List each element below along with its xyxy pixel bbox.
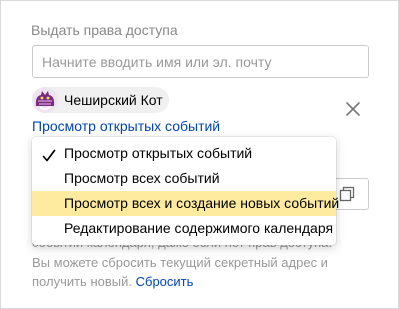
- dropdown-item-view-all[interactable]: Просмотр всех событий: [32, 166, 336, 191]
- dropdown-item-edit-calendar[interactable]: Редактирование содержимого календаря: [32, 216, 336, 241]
- user-chip: Чеширский Кот: [32, 87, 169, 113]
- dropdown-item-label: Просмотр всех событий: [64, 170, 220, 186]
- secret-hint: Вы можете сбросить текущий секретный адр…: [32, 253, 372, 291]
- permission-dropdown: Просмотр открытых событий Просмотр всех …: [32, 137, 340, 245]
- close-icon: [346, 102, 360, 116]
- user-name: Чеширский Кот: [64, 92, 163, 108]
- check-icon: [42, 146, 56, 162]
- remove-user-button[interactable]: [344, 100, 362, 118]
- reset-address-link[interactable]: Сбросить: [136, 274, 194, 289]
- dropdown-item-view-and-create[interactable]: Просмотр всех и создание новых событий: [32, 191, 340, 216]
- cat-avatar-icon: [32, 87, 58, 113]
- section-title: Выдать права доступа: [31, 22, 178, 38]
- dropdown-item-label: Просмотр открытых событий: [64, 145, 253, 161]
- copy-icon[interactable]: [339, 186, 355, 202]
- dropdown-item-label: Редактирование содержимого календаря: [64, 220, 334, 236]
- user-search-input[interactable]: [32, 45, 369, 78]
- dropdown-item-label: Просмотр всех и создание новых событий: [64, 195, 340, 211]
- sharing-panel: Выдать права доступа Чеширский Кот Просм…: [0, 0, 399, 309]
- permission-dropdown-toggle[interactable]: Просмотр открытых событий: [32, 117, 220, 135]
- dropdown-item-view-public[interactable]: Просмотр открытых событий: [32, 141, 336, 166]
